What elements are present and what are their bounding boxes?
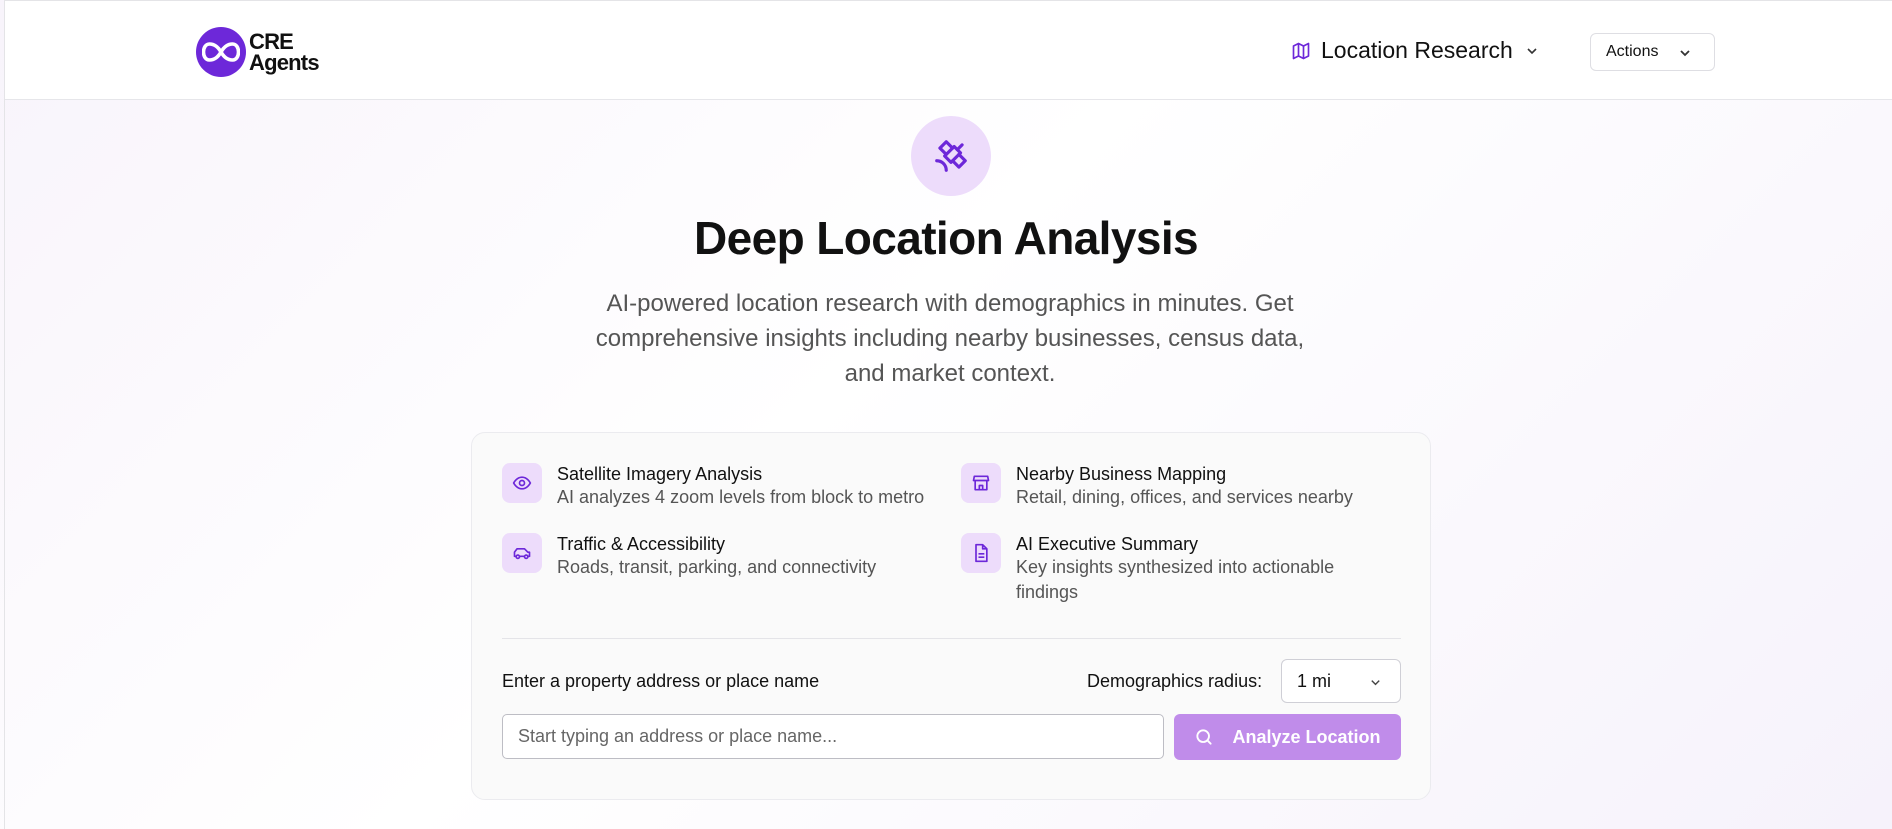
location-research-label: Location Research (1321, 37, 1513, 63)
feature-title: Nearby Business Mapping (1016, 464, 1227, 484)
car-icon (502, 533, 542, 573)
feature-business-mapping: Nearby Business Mapping Retail, dining, … (961, 463, 1353, 510)
analyze-location-button[interactable]: Analyze Location (1174, 714, 1401, 760)
search-icon (1196, 729, 1213, 745)
page-title: Deep Location Analysis (693, 212, 1199, 264)
analyze-location-label: Analyze Location (1232, 726, 1381, 747)
location-research-menu[interactable]: Location Research (1291, 37, 1539, 64)
feature-title: Traffic & Accessibility (557, 534, 726, 554)
feature-satellite-imagery: Satellite Imagery Analysis AI analyzes 4… (502, 463, 924, 510)
address-label: Enter a property address or place name (502, 671, 820, 691)
infinity-logo-icon (196, 27, 246, 77)
feature-desc: Retail, dining, offices, and services ne… (1016, 487, 1353, 507)
map-icon (1292, 42, 1310, 59)
radius-label: Demographics radius: (1087, 671, 1263, 691)
feature-desc: Key insights synthesized into actionable… (1016, 557, 1335, 602)
eye-icon (502, 463, 542, 503)
actions-button[interactable]: Actions (1590, 33, 1715, 71)
actions-label: Actions (1606, 43, 1659, 60)
brand-line-1: CRE (249, 29, 294, 54)
satellite-icon (911, 116, 991, 196)
feature-traffic-accessibility: Traffic & Accessibility Roads, transit, … (502, 533, 876, 580)
radius-value: 1 mi (1297, 670, 1332, 691)
feature-desc: AI analyzes 4 zoom levels from block to … (557, 487, 925, 507)
brand-logo[interactable]: CRE Agents (196, 27, 320, 77)
store-icon (961, 463, 1001, 503)
chevron-down-icon (1527, 47, 1537, 54)
brand-name: CRE Agents (249, 29, 320, 75)
chevron-down-icon (1680, 50, 1690, 57)
demographics-radius-select[interactable]: 1 mi (1281, 659, 1401, 703)
page-subtitle: AI-powered location research with demogr… (595, 290, 1305, 387)
feature-executive-summary: AI Executive Summary Key insights synthe… (961, 533, 1401, 605)
top-header: CRE Agents Location Research Actions (5, 1, 1892, 100)
address-input[interactable] (502, 714, 1164, 759)
document-icon (961, 533, 1001, 573)
brand-line-2: Agents (249, 50, 320, 75)
feature-desc: Roads, transit, parking, and connectivit… (557, 557, 877, 577)
chevron-down-icon (1371, 680, 1380, 686)
analysis-card: Satellite Imagery Analysis AI analyzes 4… (471, 432, 1431, 800)
divider (502, 638, 1401, 639)
feature-title: Satellite Imagery Analysis (557, 464, 763, 484)
feature-title: AI Executive Summary (1016, 534, 1199, 554)
